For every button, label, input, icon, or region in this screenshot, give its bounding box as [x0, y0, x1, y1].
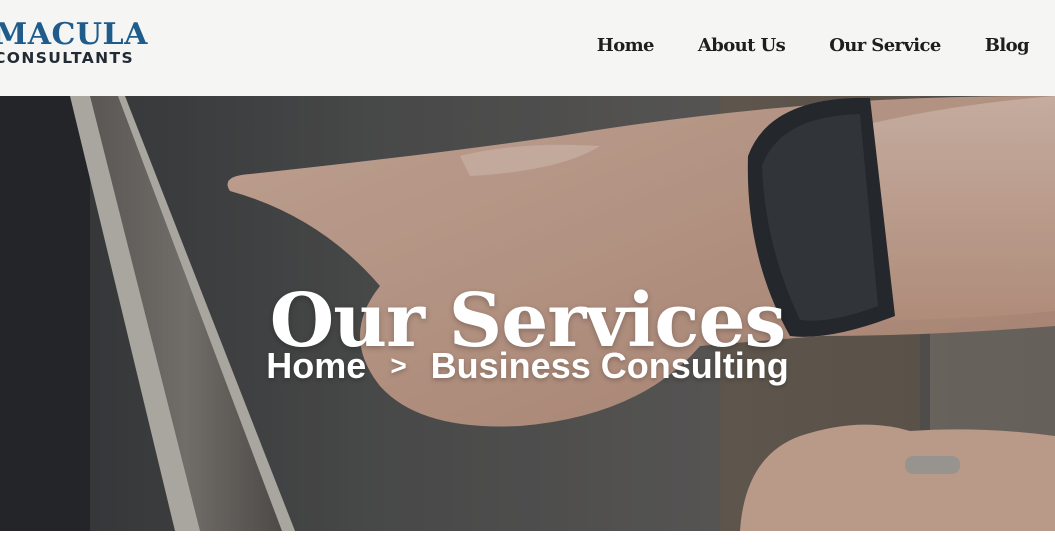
logo-wordmark-bottom: CONSULTANTS — [0, 49, 135, 67]
main-nav: Home About Us Our Service Blog — [597, 35, 1030, 56]
site-header: MACULA CONSULTANTS Home About Us Our Ser… — [0, 0, 1055, 96]
breadcrumb-home-link[interactable]: Home — [266, 348, 366, 384]
hero-banner: Our Services Home > Business Consulting — [0, 96, 1055, 531]
nav-item-home[interactable]: Home — [597, 35, 655, 56]
breadcrumb-current: Business Consulting — [430, 345, 789, 387]
breadcrumb-separator: > — [390, 350, 407, 382]
site-logo[interactable]: MACULA CONSULTANTS — [0, 20, 148, 67]
nav-item-blog[interactable]: Blog — [985, 35, 1030, 56]
nav-item-our-service[interactable]: Our Service — [829, 35, 941, 56]
logo-wordmark-top: MACULA — [0, 17, 148, 52]
breadcrumb: Home > Business Consulting — [0, 346, 1055, 384]
nav-item-about-us[interactable]: About Us — [698, 35, 786, 56]
